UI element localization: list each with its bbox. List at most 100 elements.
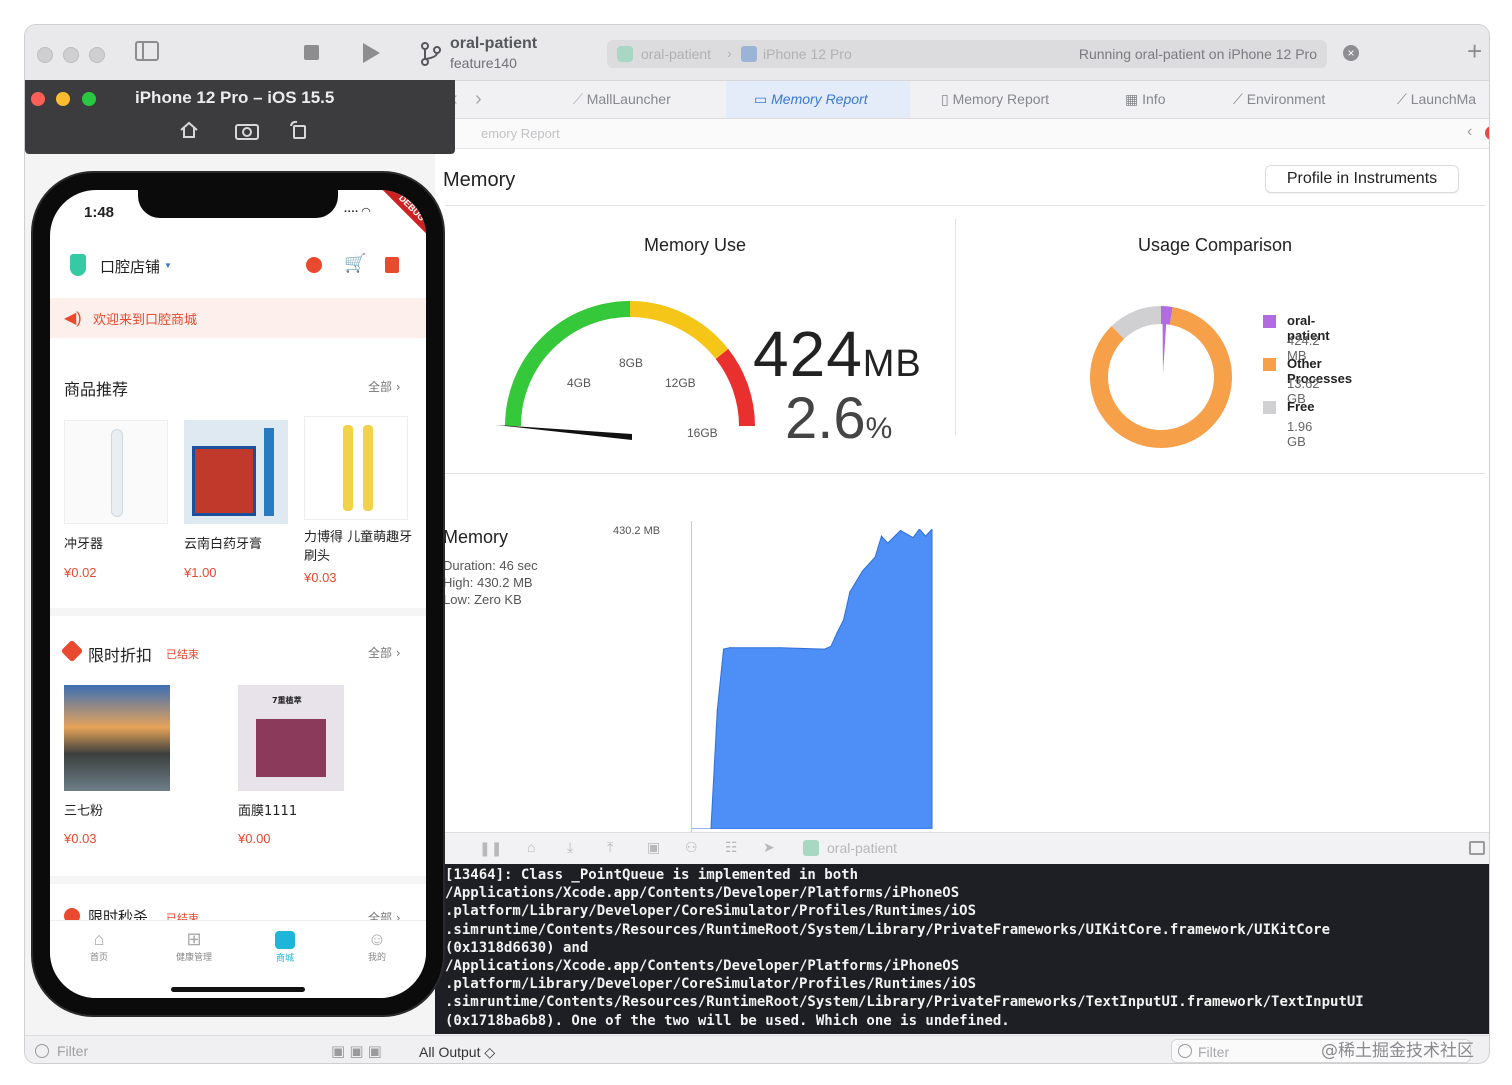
order-icon[interactable] (385, 257, 399, 273)
step-out-icon[interactable]: ⤒ (607, 839, 613, 856)
section-more-label: 全部 (368, 380, 393, 394)
console-filter-placeholder: Filter (1198, 1044, 1230, 1060)
scheme-icon: ⟋ (573, 91, 587, 107)
product-name[interactable]: 面膜1111 (238, 800, 297, 819)
chevron-left-icon[interactable]: ‹ (1467, 123, 1472, 141)
hide-console-icon[interactable] (1469, 841, 1485, 855)
product-image[interactable] (64, 420, 168, 524)
location-icon[interactable]: ➤ (763, 839, 775, 856)
filter-left-input[interactable]: Filter (57, 1043, 88, 1059)
product-price: ¥1.00 (184, 565, 217, 580)
scheme-selector[interactable]: oral-patient feature140 (450, 35, 537, 71)
debug-target[interactable]: oral-patient (827, 840, 897, 856)
tab-memory-report[interactable]: ▯ Memory Report (941, 81, 1101, 118)
breadcrumb: emory Report ‹ × (435, 119, 1489, 149)
close-light[interactable] (37, 47, 53, 63)
run-icon[interactable] (361, 42, 381, 64)
speaker-icon: ◀) (64, 310, 82, 327)
home-icon[interactable] (179, 120, 199, 140)
product-image[interactable] (64, 685, 170, 791)
add-tab-icon[interactable]: + (1467, 37, 1482, 65)
stop-icon[interactable] (304, 45, 319, 60)
forward-icon[interactable]: › (475, 81, 482, 118)
tab-launchma[interactable]: ⟋ LaunchMa (1397, 81, 1483, 118)
error-icon[interactable]: × (1485, 126, 1489, 140)
tab-label: Memory Report (952, 91, 1050, 107)
product-image[interactable] (184, 420, 288, 524)
step-in-icon[interactable]: ⤓ (567, 839, 573, 856)
tab-environment[interactable]: ⟋ Environment (1233, 81, 1363, 118)
console-line: .simruntime/Contents/Resources/RuntimeRo… (445, 994, 1364, 1011)
graph-stats: Duration: 46 sec High: 430.2 MB Low: Zer… (443, 557, 538, 608)
product-price: ¥0.03 (304, 570, 337, 585)
minimize-light[interactable] (56, 92, 70, 106)
app-icon (803, 840, 819, 856)
app-icon (617, 46, 633, 62)
environment-icon[interactable]: ☷ (725, 839, 738, 856)
notch (138, 190, 338, 218)
tab-label: Environment (1246, 91, 1326, 107)
editor-tab-bar: ‹ › ⟋ MallLauncher ▭ Memory Report ▯ Mem… (435, 81, 1489, 119)
step-over-icon[interactable]: ⌂ (527, 839, 535, 855)
minimize-light[interactable] (63, 47, 79, 63)
product-name[interactable]: 冲牙器 (64, 533, 168, 552)
graph-ymax-label: 430.2 MB (613, 525, 661, 537)
breadcrumb-label[interactable]: emory Report (481, 126, 560, 141)
console-line: (0x1318d6630) and (445, 939, 589, 956)
product-price: ¥0.00 (238, 831, 271, 846)
cart-icon[interactable]: 🛒 (344, 253, 366, 274)
chevron-down-icon[interactable]: ▼ (164, 261, 172, 270)
screenshot-icon[interactable] (235, 122, 259, 140)
gauge-label-12gb: 12GB (665, 376, 696, 390)
nav-mall[interactable]: 商城 (260, 929, 310, 964)
product-name[interactable]: 云南白药牙膏 (184, 533, 288, 552)
legend-swatch (1263, 401, 1276, 414)
memory-value: 424MB (753, 317, 922, 391)
rotate-icon[interactable] (289, 120, 309, 140)
console-line: .platform/Library/Developer/CoreSimulato… (445, 903, 977, 920)
product-image[interactable]: 7重植萃 (238, 685, 344, 791)
stop-status-icon[interactable]: × (1343, 45, 1359, 61)
medical-kit-icon: ⊞ (186, 929, 202, 949)
close-light[interactable] (31, 92, 45, 106)
section-more-link[interactable]: 全部 › (368, 378, 401, 395)
console-output[interactable]: [13464]: Class _PointQueue is implemente… (435, 864, 1489, 1034)
product-name[interactable]: 三七粉 (64, 800, 103, 819)
product-name[interactable]: 力博得 儿童萌趣牙刷头 (304, 528, 414, 566)
filter-icon (1178, 1044, 1192, 1058)
user-icon: ☺ (367, 929, 387, 949)
profile-in-instruments-button[interactable]: Profile in Instruments (1265, 165, 1459, 193)
all-output-selector[interactable]: All Output ◇ (419, 1044, 495, 1061)
nav-home[interactable]: ⌂ 首页 (74, 929, 124, 963)
memory-percent: 2.6% (785, 385, 892, 452)
debug-bar: ❚❚ ⌂ ⤓ ⤒ ▣ ⚇ ☷ ➤ oral-patient (435, 832, 1489, 864)
navigator-filter-icons[interactable]: ▣ ▣ ▣ (331, 1042, 382, 1060)
zoom-light[interactable] (82, 92, 96, 106)
pause-icon[interactable]: ❚❚ (479, 840, 502, 857)
tab-malllauncher[interactable]: ⟋ MallLauncher (553, 81, 725, 118)
memory-graph-icon[interactable]: ⚇ (685, 839, 698, 856)
run-target-app[interactable]: oral-patient (641, 46, 711, 62)
memory-area-point (722, 648, 725, 650)
table-icon: ▦ (1125, 91, 1143, 107)
run-device[interactable]: iPhone 12 Pro (763, 46, 852, 62)
nav-health[interactable]: ⊞ 健康管理 (164, 929, 224, 963)
xcode-toolbar: oral-patient feature140 oral-patient › i… (25, 25, 1489, 81)
bottom-nav: ⌂ 首页 ⊞ 健康管理 商城 ☺ 我的 (50, 920, 426, 998)
sidebar-toggle-icon[interactable] (135, 41, 159, 61)
activity-view[interactable]: oral-patient › iPhone 12 Pro Running ora… (607, 40, 1327, 68)
memory-area-point (887, 542, 889, 544)
section-more-link[interactable]: 全部 › (368, 644, 401, 661)
search-icon[interactable] (306, 257, 322, 273)
product-image[interactable] (304, 416, 408, 520)
scheme-icon: ⟋ (1397, 91, 1411, 107)
view-hierarchy-icon[interactable]: ▣ (647, 839, 660, 856)
tab-memory-report-active[interactable]: ▭ Memory Report (726, 81, 910, 118)
toothpaste-box-image (192, 446, 256, 516)
nav-mine[interactable]: ☺ 我的 (352, 929, 402, 963)
zoom-light[interactable] (89, 47, 105, 63)
debug-ribbon: DEBUG (378, 190, 426, 242)
store-name[interactable]: 口腔店铺 (100, 256, 160, 277)
gauge-icon: ▭ (754, 91, 772, 107)
tab-info[interactable]: ▦ Info (1125, 81, 1205, 118)
